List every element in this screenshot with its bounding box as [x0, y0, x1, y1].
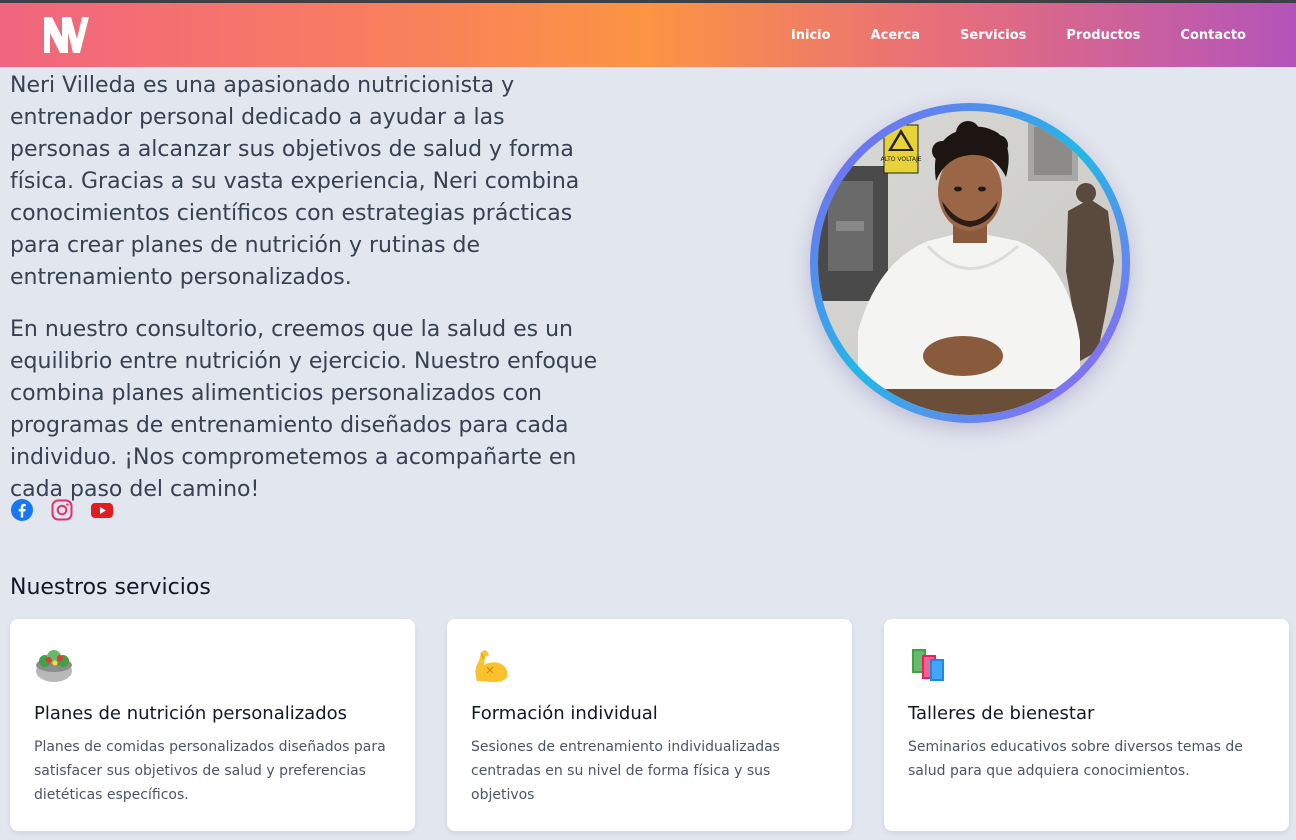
- profile-photo: ALTO VOLTAJE: [818, 111, 1122, 415]
- brand-logo[interactable]: NV: [42, 15, 90, 55]
- service-card-training[interactable]: Formación individual Sesiones de entrena…: [447, 619, 852, 831]
- nav-productos[interactable]: Productos: [1066, 28, 1140, 43]
- nav-servicios[interactable]: Servicios: [960, 28, 1026, 43]
- service-card-title: Talleres de bienestar: [908, 703, 1095, 724]
- salad-icon: [36, 650, 72, 682]
- service-card-title: Planes de nutrición personalizados: [34, 703, 348, 724]
- youtube-icon[interactable]: [90, 498, 114, 522]
- warning-sign-text: ALTO VOLTAJE: [880, 156, 921, 163]
- nav-acerca[interactable]: Acerca: [871, 28, 920, 43]
- about-paragraph-2: En nuestro consultorio, creemos que la s…: [10, 317, 598, 502]
- service-card-nutrition[interactable]: Planes de nutrición personalizados Plane…: [10, 619, 415, 831]
- social-links: [10, 498, 114, 522]
- service-card-description: Seminarios educativos sobre diversos tem…: [908, 739, 1243, 779]
- nav-contacto[interactable]: Contacto: [1180, 28, 1246, 43]
- about-paragraph-1: Neri Villeda es una apasionado nutricion…: [10, 73, 580, 290]
- about-section: Neri Villeda es una apasionado nutricion…: [10, 70, 610, 526]
- service-card-title: Formación individual: [471, 703, 658, 724]
- navbar: NV Inicio Acerca Servicios Productos Con…: [0, 3, 1296, 67]
- instagram-icon[interactable]: [50, 498, 74, 522]
- flexed-biceps-icon: [475, 650, 508, 683]
- nav-inicio[interactable]: Inicio: [791, 28, 831, 43]
- service-card-workshops[interactable]: Talleres de bienestar Seminarios educati…: [884, 619, 1289, 831]
- service-card-description: Planes de comidas personalizados diseñad…: [34, 739, 386, 803]
- service-card-description: Sesiones de entrenamiento individualizad…: [471, 739, 780, 803]
- books-icon: [912, 649, 944, 681]
- facebook-icon[interactable]: [10, 498, 34, 522]
- profile-photo-frame: ALTO VOLTAJE: [810, 103, 1130, 423]
- services-heading: Nuestros servicios: [10, 575, 211, 600]
- main-nav: Inicio Acerca Servicios Productos Contac…: [751, 3, 1246, 67]
